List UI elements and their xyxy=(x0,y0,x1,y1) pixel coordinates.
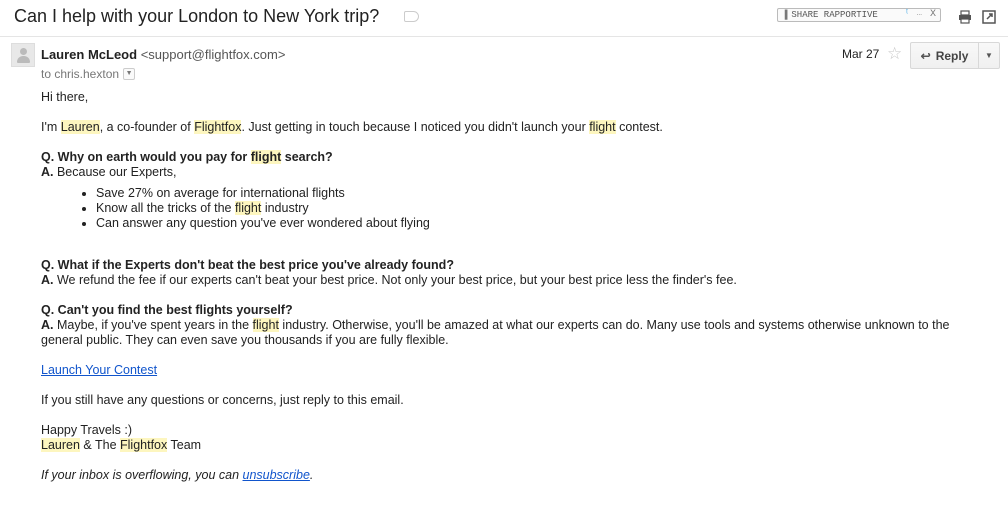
reply-button[interactable]: ↩ Reply xyxy=(910,42,979,69)
answer-2: A. We refund the fee if our experts can'… xyxy=(41,273,737,287)
expert-benefits-list: Save 27% on average for international fl… xyxy=(41,186,991,231)
sender-email: <support@flightfox.com> xyxy=(140,47,286,62)
print-icon[interactable] xyxy=(957,10,973,26)
question-1: Q. Why on earth would you pay for flight… xyxy=(41,150,333,164)
email-subject: Can I help with your London to New York … xyxy=(14,6,380,26)
rapportive-share-bar[interactable]: ▐ SHARE RAPPORTIVE ᵗ … X xyxy=(777,8,941,22)
list-item: Can answer any question you've ever wond… xyxy=(96,216,991,231)
unsubscribe-note: If your inbox is overflowing, you can un… xyxy=(41,468,314,482)
sender-avatar[interactable] xyxy=(11,43,35,67)
answer-3: A. Maybe, if you've spent years in the f… xyxy=(41,318,950,347)
launch-contest-link[interactable]: Launch Your Contest xyxy=(41,363,157,377)
chevron-down-icon: ▼ xyxy=(985,51,993,60)
close-icon[interactable]: X xyxy=(930,9,936,20)
greeting: Hi there, xyxy=(41,90,89,104)
sender-line: Lauren McLeod <support@flightfox.com> xyxy=(41,47,285,62)
rapportive-label: SHARE RAPPORTIVE xyxy=(791,10,878,20)
twitter-icon[interactable]: ᵗ xyxy=(904,9,910,20)
header-divider xyxy=(0,36,1008,37)
followup-text: If you still have any questions or conce… xyxy=(41,393,404,407)
question-2: Q. What if the Experts don't beat the be… xyxy=(41,258,454,272)
question-3: Q. Can't you find the best flights yours… xyxy=(41,303,293,317)
recipient-line: to chris.hexton ▼ xyxy=(41,67,136,81)
details-dropdown-icon[interactable]: ▼ xyxy=(123,68,136,80)
list-item: Know all the tricks of the flight indust… xyxy=(96,201,991,216)
more-actions-button[interactable]: ▼ xyxy=(978,42,1000,69)
list-item: Save 27% on average for international fl… xyxy=(96,186,991,201)
signoff: Happy Travels :) xyxy=(41,423,133,437)
popout-icon[interactable] xyxy=(981,10,997,26)
more-dots-icon[interactable]: … xyxy=(917,8,922,18)
sender-name[interactable]: Lauren McLeod xyxy=(41,47,137,62)
intro-paragraph: I'm Lauren, a co-founder of Flightfox. J… xyxy=(41,120,663,134)
label-tag-icon[interactable] xyxy=(404,11,419,22)
signature: Lauren & The Flightfox Team xyxy=(41,438,202,452)
answer-1: A. Because our Experts, xyxy=(41,165,177,179)
reply-arrow-icon: ↩ xyxy=(920,48,931,63)
message-body: Hi there, I'm Lauren, a co-founder of Fl… xyxy=(41,90,991,483)
star-icon[interactable]: ☆ xyxy=(887,44,902,64)
unsubscribe-link[interactable]: unsubscribe xyxy=(243,468,310,482)
recipient: to chris.hexton xyxy=(41,67,120,81)
message-date: Mar 27 xyxy=(842,47,880,61)
rapportive-icon: ▐ xyxy=(782,10,788,20)
reply-label: Reply xyxy=(935,48,969,63)
